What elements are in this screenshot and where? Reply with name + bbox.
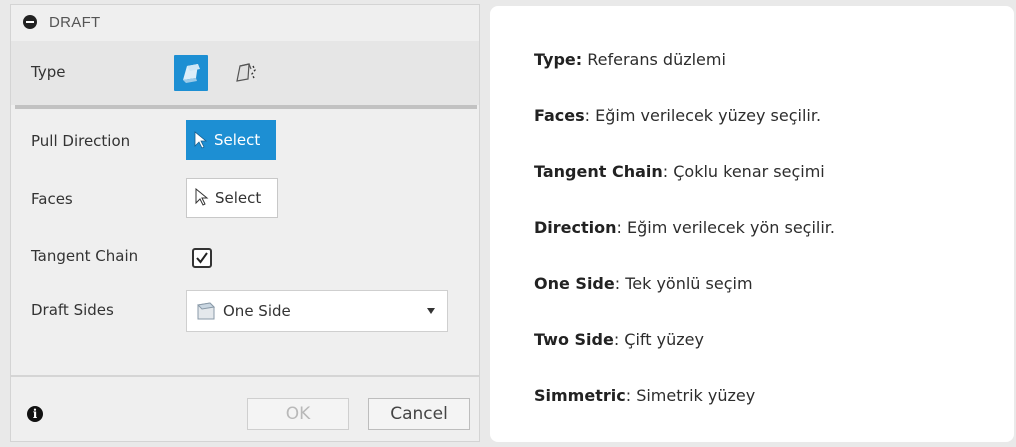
description-term: Type: bbox=[534, 50, 583, 69]
description-term: Direction bbox=[534, 218, 617, 237]
description-text: : Çoklu kenar seçimi bbox=[662, 162, 825, 181]
description-card: Type: Referans düzlemi Faces: Eğim veril… bbox=[490, 6, 1014, 442]
chevron-down-icon bbox=[427, 308, 435, 314]
pull-direction-select-button[interactable]: Select bbox=[186, 120, 276, 160]
ok-button[interactable]: OK bbox=[247, 398, 349, 430]
tangent-chain-checkbox[interactable] bbox=[192, 248, 212, 268]
fixed-plane-type-button[interactable] bbox=[174, 55, 208, 91]
pull-direction-select-label: Select bbox=[214, 131, 261, 149]
check-icon bbox=[196, 252, 208, 264]
description-text: : Eğim verilecek yüzey seçilir. bbox=[584, 106, 822, 125]
description-term: Simmetric bbox=[534, 386, 626, 405]
cursor-arrow-icon bbox=[195, 188, 209, 206]
draft-sides-dropdown[interactable]: One Side bbox=[186, 290, 448, 332]
description-text: : Tek yönlü seçim bbox=[614, 274, 753, 293]
parting-line-icon bbox=[236, 63, 256, 82]
cursor-arrow-icon bbox=[194, 131, 208, 149]
faces-select-label: Select bbox=[215, 189, 262, 207]
description-tangent-chain: Tangent Chain: Çoklu kenar seçimi bbox=[534, 162, 825, 181]
draft-dialog: DRAFT Type Pull Direction Select Faces S… bbox=[10, 4, 480, 442]
description-simmetric: Simmetric: Simetrik yüzey bbox=[534, 386, 755, 405]
draft-sides-label: Draft Sides bbox=[31, 301, 114, 319]
description-two-side: Two Side: Çift yüzey bbox=[534, 330, 704, 349]
description-direction: Direction: Eğim verilecek yön seçilir. bbox=[534, 218, 835, 237]
description-text: Referans düzlemi bbox=[582, 50, 726, 69]
description-one-side: One Side: Tek yönlü seçim bbox=[534, 274, 753, 293]
section-separator bbox=[15, 105, 477, 109]
fixed-plane-icon bbox=[183, 64, 200, 83]
one-side-icon bbox=[196, 302, 216, 320]
info-icon[interactable]: i bbox=[27, 406, 43, 422]
footer-divider bbox=[11, 375, 479, 377]
description-term: Tangent Chain bbox=[534, 162, 663, 181]
description-faces: Faces: Eğim verilecek yüzey seçilir. bbox=[534, 106, 821, 125]
description-term: One Side bbox=[534, 274, 615, 293]
cancel-button[interactable]: Cancel bbox=[368, 398, 470, 430]
draft-sides-value: One Side bbox=[223, 302, 291, 320]
pull-direction-label: Pull Direction bbox=[31, 132, 131, 150]
tangent-chain-label: Tangent Chain bbox=[31, 247, 139, 265]
parting-line-type-button[interactable] bbox=[229, 55, 263, 91]
description-text: : Eğim verilecek yön seçilir. bbox=[616, 218, 835, 237]
dialog-header[interactable]: DRAFT bbox=[11, 5, 479, 39]
description-type: Type: Referans düzlemi bbox=[534, 50, 726, 69]
description-term: Faces bbox=[534, 106, 585, 125]
faces-label: Faces bbox=[31, 190, 73, 208]
dialog-title: DRAFT bbox=[49, 13, 101, 31]
description-text: : Simetrik yüzey bbox=[625, 386, 756, 405]
description-term: Two Side bbox=[534, 330, 614, 349]
type-row: Type bbox=[11, 41, 479, 105]
description-text: : Çift yüzey bbox=[613, 330, 704, 349]
type-label: Type bbox=[31, 63, 66, 81]
collapse-icon[interactable] bbox=[23, 15, 37, 29]
faces-select-button[interactable]: Select bbox=[186, 178, 278, 218]
